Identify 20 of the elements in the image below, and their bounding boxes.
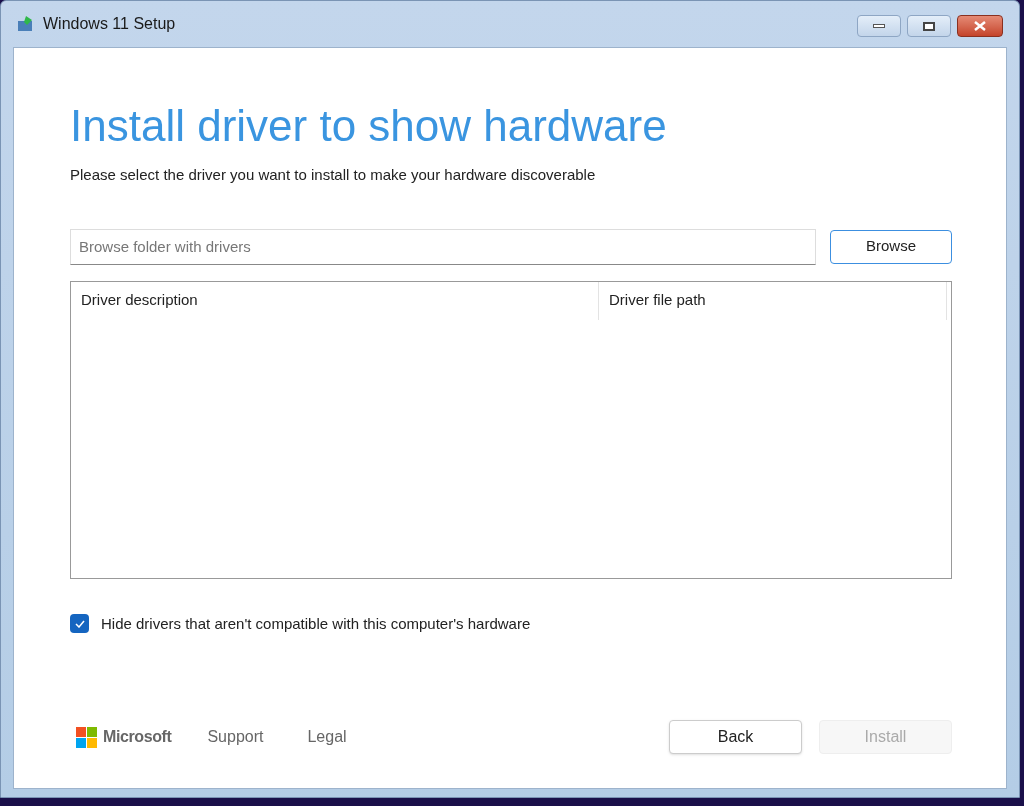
browse-button[interactable]: Browse	[830, 229, 952, 264]
page-heading: Install driver to show hardware	[70, 104, 668, 148]
minimize-button[interactable]	[857, 15, 901, 37]
footer-link[interactable]: Support	[207, 725, 264, 749]
page-subtitle: Please select the driver you want to install to make your hardware discoverable	[70, 165, 597, 185]
close-icon	[974, 21, 986, 31]
checkbox-label: Hide drivers that aren't compatible with this computer's hardware	[101, 613, 531, 634]
column-header[interactable]: Driver description	[71, 281, 599, 320]
windows-logo-icon	[76, 726, 97, 748]
column-header[interactable]: Driver file path	[599, 281, 947, 320]
setup-icon	[17, 16, 35, 32]
checkbox[interactable]	[70, 614, 89, 634]
footer-link[interactable]: Legal	[307, 725, 347, 749]
check-icon	[74, 619, 85, 628]
folder-field[interactable]: Browse folder with drivers	[70, 228, 816, 265]
close-button[interactable]	[957, 15, 1003, 37]
footer-button[interactable]: Back	[669, 720, 802, 754]
window-title: Windows 11 Setup	[43, 14, 176, 34]
maximize-button[interactable]	[907, 15, 951, 37]
brand-name: Microsoft	[103, 727, 172, 747]
